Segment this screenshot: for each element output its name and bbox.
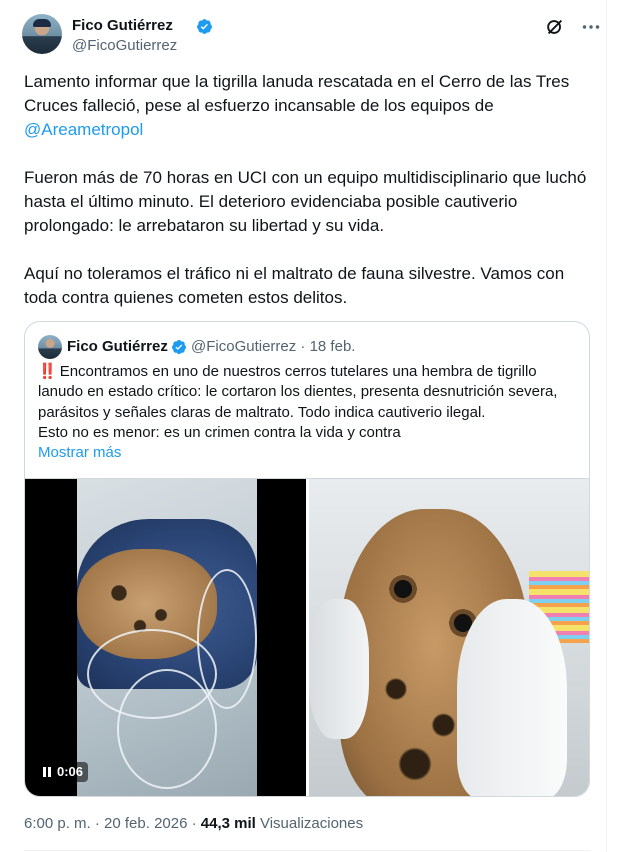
video-time: 0:06 [57, 764, 84, 779]
more-options-icon[interactable] [578, 14, 604, 40]
video-player[interactable]: 0:06 [25, 479, 306, 796]
column-divider [606, 0, 607, 852]
views-count: 44,3 mil [200, 815, 256, 832]
tweet-meta: 6:00 p. m. · 20 feb. 2026 · 44,3 mil Vis… [24, 814, 363, 834]
double-exclamation-icon: ‼️ [38, 363, 57, 380]
quoted-author-name[interactable]: Fico Gutiérrez [67, 337, 168, 357]
tigrillo-photo[interactable] [309, 479, 589, 796]
video-duration-badge[interactable]: 0:06 [39, 762, 89, 782]
timestamp[interactable]: 6:00 p. m. · 20 feb. 2026 · [24, 815, 201, 832]
tweet-paragraph-1: Lamento informar que la tigrilla lanuda … [24, 72, 570, 115]
pause-icon[interactable] [43, 767, 51, 777]
quoted-author-avatar[interactable] [38, 335, 62, 359]
show-more-link[interactable]: Mostrar más [38, 443, 121, 463]
quoted-text: ‼️ Encontramos en uno de nuestros cerros … [38, 362, 583, 443]
quoted-tweet[interactable]: Fico Gutiérrez @FicoGutierrez · 18 feb. … [24, 321, 590, 797]
quoted-text-body: Encontramos en uno de nuestros cerros tu… [38, 363, 558, 421]
views-label: Visualizaciones [255, 815, 364, 832]
author-name[interactable]: Fico Gutiérrez [72, 16, 173, 36]
media-grid: 0:06 [25, 478, 589, 796]
quoted-handle-date[interactable]: @FicoGutierrez · 18 feb. [191, 337, 355, 357]
tweet-text: Lamento informar que la tigrilla lanuda … [24, 70, 594, 310]
grok-icon[interactable] [544, 16, 566, 38]
author-avatar[interactable] [22, 14, 62, 54]
divider [24, 850, 590, 851]
tweet-header: Fico Gutiérrez @FicoGutierrez [22, 14, 600, 58]
verified-badge-icon [172, 340, 186, 354]
mention-link[interactable]: @Areametropol [24, 120, 143, 139]
quoted-text-continued: Esto no es menor: es un crimen contra la… [38, 423, 401, 441]
verified-badge-icon [197, 19, 212, 34]
video-thumbnail [77, 479, 257, 796]
tweet-paragraph-3: Aquí no toleramos el tráfico ni el maltr… [24, 264, 565, 307]
author-handle[interactable]: @FicoGutierrez [72, 36, 177, 56]
tweet-paragraph-2: Fueron más de 70 horas en UCI con un equ… [24, 168, 587, 235]
